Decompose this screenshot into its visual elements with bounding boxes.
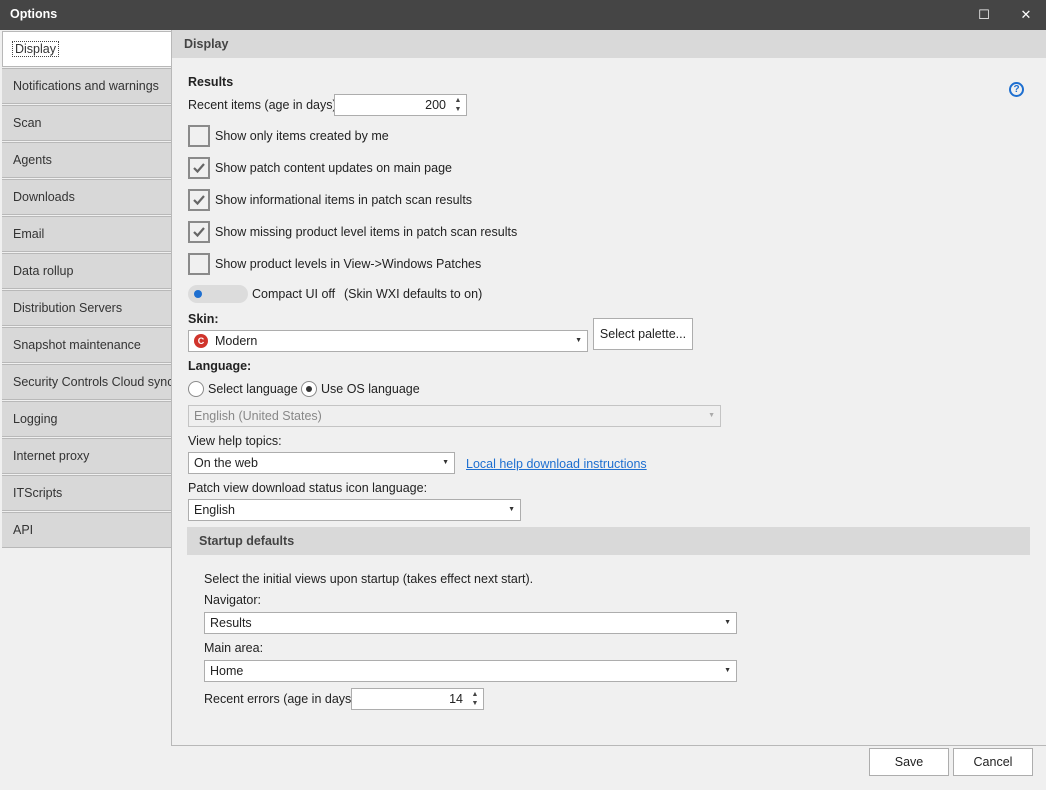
compact-ui-toggle[interactable] [188, 285, 248, 303]
checkbox-informational-label: Show informational items in patch scan r… [215, 193, 473, 207]
display-panel: Display ? Results Recent items (age in d… [171, 30, 1046, 746]
main-area-label: Main area: [204, 641, 264, 655]
language-value: English (United States) [194, 409, 322, 423]
recent-items-value: 200 [425, 98, 446, 112]
radio-os-language[interactable] [301, 381, 317, 397]
skin-label: Skin: [188, 312, 219, 326]
startup-header: Startup defaults [187, 527, 1030, 555]
navigator-label: Navigator: [204, 593, 261, 607]
radio-dot [306, 386, 312, 392]
checkbox-product-levels[interactable] [188, 253, 210, 275]
icon-language-label: Patch view download status icon language… [188, 481, 428, 495]
help-topics-value: On the web [194, 456, 258, 470]
local-help-link[interactable]: Local help download instructions [466, 457, 647, 471]
display-header: Display [172, 30, 1046, 58]
sidebar-item-data-rollup[interactable]: Data rollup [2, 253, 172, 289]
navigator-select[interactable]: Results ▼ [204, 612, 737, 634]
help-topics-label: View help topics: [188, 434, 282, 448]
checkbox-patch-content-label: Show patch content updates on main page [215, 161, 452, 175]
help-icon[interactable]: ? [1009, 82, 1024, 97]
checkbox-only-mine[interactable] [188, 125, 210, 147]
window-title: Options [10, 7, 58, 21]
sidebar-item-email[interactable]: Email [2, 216, 172, 252]
icon-language-value: English [194, 503, 235, 517]
close-icon[interactable]: ✕ [1015, 5, 1037, 25]
chevron-down-icon: ▼ [724, 667, 731, 674]
save-button[interactable]: Save [869, 748, 949, 776]
language-label: Language: [188, 359, 252, 373]
sidebar-item-logging[interactable]: Logging [2, 401, 172, 437]
sidebar-item-snapshot-maintenance[interactable]: Snapshot maintenance [2, 327, 172, 363]
skin-value: Modern [215, 334, 258, 348]
sidebar-item-downloads[interactable]: Downloads [2, 179, 172, 215]
main-area-value: Home [210, 664, 244, 678]
sidebar-item-display[interactable]: Display [2, 31, 172, 67]
checkmark-icon [193, 163, 205, 174]
radio-select-language-label: Select language [208, 382, 298, 396]
language-select: English (United States) ▼ [188, 405, 721, 427]
recent-errors-value: 14 [449, 692, 463, 706]
sidebar-item-label: Display [12, 41, 59, 57]
spin-arrows-icon[interactable]: ▲ ▼ [470, 690, 480, 708]
checkbox-missing-product-label: Show missing product level items in patc… [215, 225, 518, 239]
recent-items-label: Recent items (age in days): [188, 98, 341, 112]
recent-items-stepper[interactable]: 200 ▲ ▼ [334, 94, 467, 116]
radio-os-language-label: Use OS language [321, 382, 420, 396]
sidebar-item-itscripts[interactable]: ITScripts [2, 475, 172, 511]
compact-ui-note: (Skin WXI defaults to on) [344, 287, 483, 301]
sidebar-item-cloud-sync[interactable]: Security Controls Cloud sync [2, 364, 173, 400]
toggle-knob [194, 290, 202, 298]
sidebar-item-internet-proxy[interactable]: Internet proxy [2, 438, 172, 474]
cancel-button[interactable]: Cancel [953, 748, 1033, 776]
maximize-icon[interactable]: ☐ [973, 5, 995, 25]
navigator-value: Results [210, 616, 252, 630]
checkbox-missing-product[interactable] [188, 221, 210, 243]
chevron-down-icon: ▼ [508, 506, 515, 513]
icon-language-select[interactable]: English ▼ [188, 499, 521, 521]
checkbox-patch-content[interactable] [188, 157, 210, 179]
title-bar: Options ☐ ✕ [0, 0, 1046, 30]
skin-select[interactable]: C Modern ▼ [188, 330, 588, 352]
skin-logo-icon: C [194, 334, 208, 348]
chevron-down-icon: ▼ [708, 412, 715, 419]
checkbox-informational[interactable] [188, 189, 210, 211]
compact-ui-label: Compact UI off [252, 287, 336, 301]
checkbox-only-mine-label: Show only items created by me [215, 129, 389, 143]
radio-select-language[interactable] [188, 381, 204, 397]
sidebar-item-notifications[interactable]: Notifications and warnings [2, 68, 172, 104]
select-palette-button[interactable]: Select palette... [593, 318, 693, 350]
checkmark-icon [193, 227, 205, 238]
sidebar-item-agents[interactable]: Agents [2, 142, 172, 178]
recent-errors-label: Recent errors (age in days): [204, 692, 359, 706]
checkbox-product-levels-label: Show product levels in View->Windows Pat… [215, 257, 482, 271]
help-topics-select[interactable]: On the web ▼ [188, 452, 455, 474]
sidebar-item-scan[interactable]: Scan [2, 105, 172, 141]
checkmark-icon [193, 195, 205, 206]
main-area-select[interactable]: Home ▼ [204, 660, 737, 682]
chevron-down-icon: ▼ [724, 619, 731, 626]
chevron-down-icon: ▼ [442, 459, 449, 466]
sidebar-item-distribution-servers[interactable]: Distribution Servers [2, 290, 172, 326]
startup-description: Select the initial views upon startup (t… [204, 572, 534, 586]
results-title: Results [188, 75, 234, 89]
recent-errors-stepper[interactable]: 14 ▲ ▼ [351, 688, 484, 710]
spin-arrows-icon[interactable]: ▲ ▼ [453, 96, 463, 114]
chevron-down-icon: ▼ [575, 337, 582, 344]
sidebar-item-api[interactable]: API [2, 512, 172, 548]
